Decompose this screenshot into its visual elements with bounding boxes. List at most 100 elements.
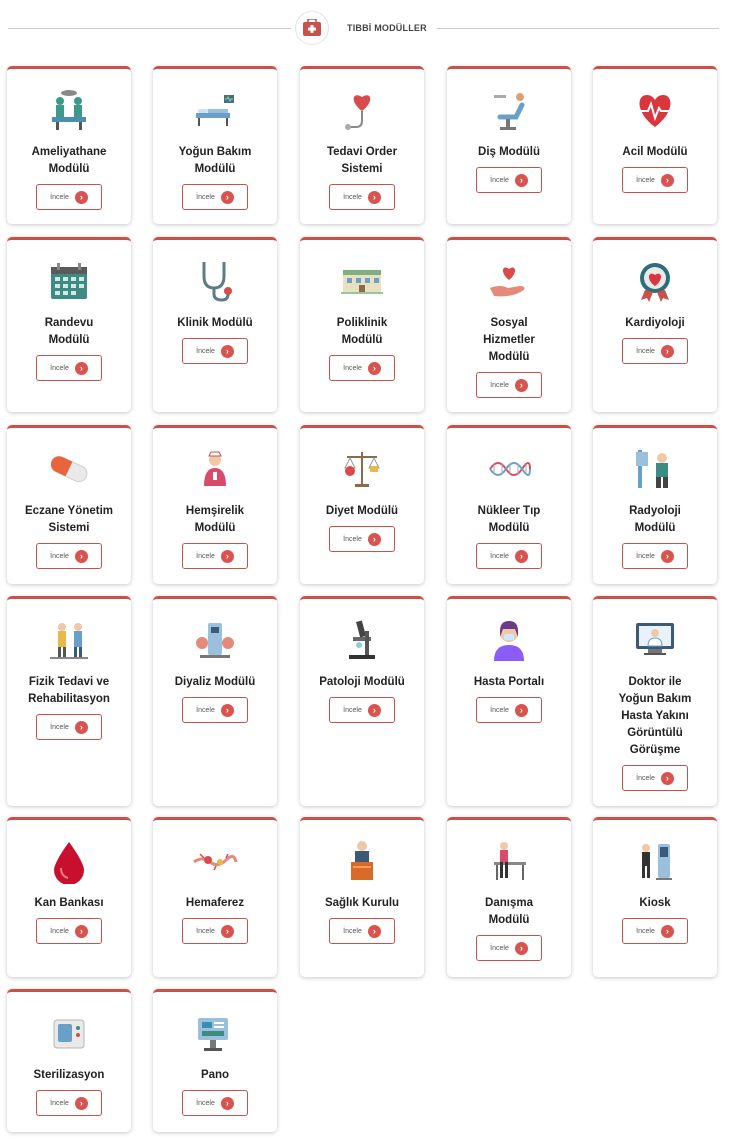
module-title-line: Sterilizasyon: [33, 1069, 105, 1081]
incele-button[interactable]: İncele ›: [329, 526, 395, 552]
module-title: Diş Modülü: [451, 144, 567, 161]
module-title-line: Modülü: [48, 334, 90, 346]
chevron-right-icon: ›: [220, 703, 234, 717]
incele-button-label: İncele: [490, 552, 509, 560]
incele-button[interactable]: İncele ›: [36, 184, 102, 210]
stethoscope-icon: [192, 258, 238, 304]
incele-button[interactable]: İncele ›: [329, 355, 395, 381]
module-title: Ameliyathane Modülü: [11, 144, 127, 178]
incele-button[interactable]: İncele ›: [622, 765, 688, 791]
module-title-line: Kiosk: [639, 897, 671, 909]
module-title-line: Diyet Modülü: [325, 505, 399, 517]
physiotherapy-icon: [46, 617, 92, 663]
module-card: Sterilizasyon İncele ›: [7, 989, 131, 1132]
module-card: Sosyal Hizmetler Modülü İncele ›: [447, 237, 571, 412]
module-title-line: Modülü: [341, 334, 383, 346]
module-title-line: Acil Modülü: [622, 146, 688, 158]
incele-button[interactable]: İncele ›: [476, 935, 542, 961]
module-title-line: Hasta Yakını: [621, 710, 689, 722]
incele-button[interactable]: İncele ›: [476, 543, 542, 569]
module-title-line: Tedavi Order: [326, 146, 398, 158]
incele-button[interactable]: İncele ›: [622, 167, 688, 193]
module-title-line: Danışma: [485, 897, 533, 909]
incele-button-label: İncele: [343, 193, 362, 201]
incele-button-label: İncele: [50, 723, 69, 731]
module-title-line: Patoloji Modülü: [319, 676, 405, 688]
incele-button[interactable]: İncele ›: [329, 918, 395, 944]
incele-button[interactable]: İncele ›: [622, 543, 688, 569]
header-divider-right: [437, 28, 719, 29]
module-card: Hasta Portalı İncele ›: [447, 596, 571, 806]
module-title-line: Hasta Portalı: [473, 676, 545, 688]
module-title-line: Nükleer Tıp: [477, 505, 541, 517]
chevron-right-icon: ›: [220, 190, 234, 204]
incele-button[interactable]: İncele ›: [36, 918, 102, 944]
incele-button[interactable]: İncele ›: [329, 184, 395, 210]
cardiology-badge-icon: [632, 258, 678, 304]
module-card: Kardiyoloji İncele ›: [593, 237, 717, 412]
microscope-icon: [339, 617, 385, 663]
dialysis-icon: [192, 617, 238, 663]
heartbeat-icon: [632, 87, 678, 133]
incele-button-label: İncele: [490, 381, 509, 389]
module-title-line: Görüşme: [629, 744, 681, 756]
incele-button[interactable]: İncele ›: [36, 355, 102, 381]
incele-button[interactable]: İncele ›: [182, 184, 248, 210]
module-card: Nükleer Tıp Modülü İncele ›: [447, 425, 571, 584]
chevron-right-icon: ›: [74, 1096, 88, 1110]
module-title: Kiosk: [597, 895, 713, 912]
module-title: Randevu Modülü: [11, 315, 127, 349]
incele-button-label: İncele: [343, 364, 362, 372]
incele-button[interactable]: İncele ›: [182, 697, 248, 723]
incele-button[interactable]: İncele ›: [476, 167, 542, 193]
module-title-line: Diyaliz Modülü: [174, 676, 256, 688]
module-card: Kan Bankası İncele ›: [7, 817, 131, 977]
chevron-right-icon: ›: [74, 720, 88, 734]
patient-avatar-icon: [486, 617, 532, 663]
module-card: Eczane Yönetim Sistemi İncele ›: [7, 425, 131, 584]
module-title-line: Rehabilitasyon: [28, 693, 110, 705]
module-title: Kan Bankası: [11, 895, 127, 912]
module-card: Diyaliz Modülü İncele ›: [153, 596, 277, 806]
module-title: Patoloji Modülü: [304, 674, 420, 691]
chevron-right-icon: ›: [514, 173, 528, 187]
header-divider-left: [8, 28, 291, 29]
chevron-right-icon: ›: [660, 549, 674, 563]
incele-button-label: İncele: [196, 193, 215, 201]
module-title: Eczane Yönetim Sistemi: [11, 503, 127, 537]
incele-button[interactable]: İncele ›: [36, 543, 102, 569]
module-title: Tedavi Order Sistemi: [304, 144, 420, 178]
module-card: Kiosk İncele ›: [593, 817, 717, 977]
incele-button[interactable]: İncele ›: [182, 338, 248, 364]
scale-balance-icon: [339, 446, 385, 492]
incele-button-label: İncele: [196, 1099, 215, 1107]
dental-chair-icon: [486, 87, 532, 133]
module-card: Diş Modülü İncele ›: [447, 66, 571, 224]
module-title-line: Hizmetler: [483, 334, 535, 346]
incele-button[interactable]: İncele ›: [182, 918, 248, 944]
module-title-line: Diş Modülü: [478, 146, 540, 158]
module-title-line: Randevu: [44, 317, 94, 329]
incele-button[interactable]: İncele ›: [329, 697, 395, 723]
incele-button-label: İncele: [50, 1099, 69, 1107]
chevron-right-icon: ›: [74, 924, 88, 938]
incele-button[interactable]: İncele ›: [622, 918, 688, 944]
incele-button[interactable]: İncele ›: [36, 1090, 102, 1116]
module-card: Ameliyathane Modülü İncele ›: [7, 66, 131, 224]
chevron-right-icon: ›: [367, 532, 381, 546]
chevron-right-icon: ›: [367, 924, 381, 938]
module-title-line: Yoğun Bakım: [618, 693, 692, 705]
incele-button[interactable]: İncele ›: [476, 697, 542, 723]
operating-room-icon: [46, 87, 92, 133]
incele-button[interactable]: İncele ›: [476, 372, 542, 398]
incele-button[interactable]: İncele ›: [622, 338, 688, 364]
module-card: Randevu Modülü İncele ›: [7, 237, 131, 412]
module-title-line: Sosyal: [490, 317, 528, 329]
blood-cell-icon: [192, 838, 238, 884]
incele-button[interactable]: İncele ›: [182, 1090, 248, 1116]
module-title-line: Klinik Modülü: [177, 317, 253, 329]
chevron-right-icon: ›: [74, 190, 88, 204]
incele-button[interactable]: İncele ›: [182, 543, 248, 569]
module-title-line: Kardiyoloji: [625, 317, 685, 329]
incele-button[interactable]: İncele ›: [36, 714, 102, 740]
